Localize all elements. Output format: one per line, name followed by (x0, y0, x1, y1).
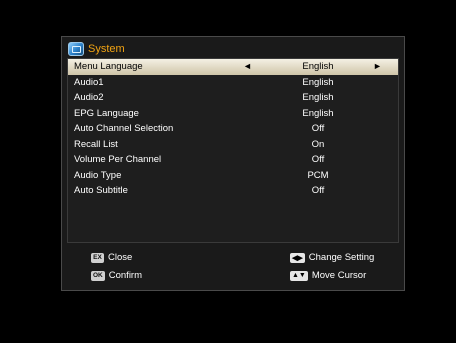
legend-move-cursor[interactable]: ▲▼ Move Cursor (290, 270, 366, 281)
window-title: System (88, 43, 125, 55)
menu-row-menu-language[interactable]: Menu Language ◄ English ► (68, 59, 398, 75)
row-value: Off (311, 123, 325, 134)
menu-row-auto-subtitle[interactable]: Auto Subtitle Off (68, 183, 398, 199)
legend-change-setting[interactable]: ◀▶ Change Setting (290, 252, 374, 263)
system-menu-window: System Menu Language ◄ English ► Audio1 … (61, 36, 405, 291)
row-value: English (302, 107, 334, 119)
up-down-key-icon: ▲▼ (290, 270, 308, 281)
row-label: Recall List (74, 138, 118, 150)
title-bar: System (68, 40, 125, 58)
row-value: PCM (307, 169, 329, 181)
row-label: Auto Channel Selection (74, 123, 174, 134)
menu-row-auto-channel-selection[interactable]: Auto Channel Selection Off (68, 121, 398, 137)
exit-key-icon: EX (91, 252, 104, 263)
legend-close-label: Close (108, 252, 133, 263)
left-right-key-icon: ◀▶ (290, 252, 305, 263)
row-label: Volume Per Channel (74, 154, 162, 165)
right-arrow-icon[interactable]: ► (373, 59, 382, 75)
settings-list: Menu Language ◄ English ► Audio1 English… (67, 58, 399, 243)
legend-confirm[interactable]: OK Confirm (91, 270, 142, 281)
menu-row-audio1[interactable]: Audio1 English (68, 75, 398, 91)
legend-move-label: Move Cursor (311, 270, 367, 281)
menu-row-audio-type[interactable]: Audio Type PCM (68, 168, 398, 184)
row-value: Off (311, 154, 325, 165)
row-label: Audio Type (74, 169, 122, 181)
row-value: English (302, 61, 334, 72)
row-label: Audio1 (74, 76, 104, 88)
menu-row-volume-per-channel[interactable]: Volume Per Channel Off (68, 152, 398, 168)
row-value: English (302, 92, 334, 103)
row-label: EPG Language (74, 107, 139, 119)
row-value: English (302, 76, 334, 88)
ok-key-icon: OK (91, 270, 105, 281)
menu-row-epg-language[interactable]: EPG Language English (68, 106, 398, 122)
menu-row-audio2[interactable]: Audio2 English (68, 90, 398, 106)
row-label: Audio2 (74, 92, 104, 103)
system-icon (68, 42, 84, 56)
left-arrow-icon[interactable]: ◄ (243, 59, 252, 75)
row-value: On (311, 138, 325, 150)
row-value: Off (311, 185, 325, 196)
row-label: Menu Language (74, 61, 143, 72)
legend-close[interactable]: EX Close (91, 252, 132, 263)
menu-row-recall-list[interactable]: Recall List On (68, 137, 398, 153)
row-label: Auto Subtitle (74, 185, 128, 196)
legend-change-label: Change Setting (308, 252, 375, 263)
legend-confirm-label: Confirm (108, 270, 143, 281)
